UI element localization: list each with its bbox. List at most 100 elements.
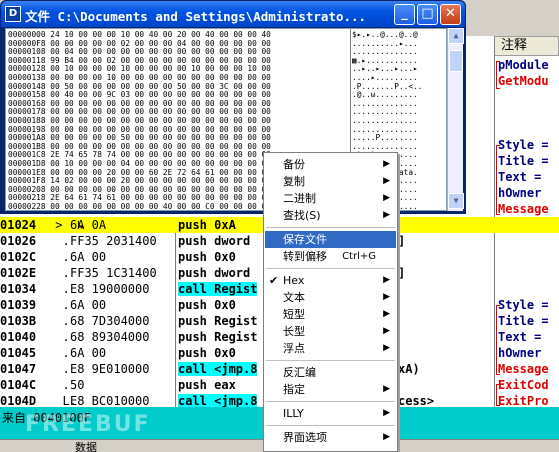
instruction-text: push dword bbox=[178, 266, 251, 280]
submenu-arrow-icon: ▶ bbox=[383, 176, 390, 186]
disasm-address: 0102C bbox=[0, 250, 37, 264]
disasm-address: 01047 bbox=[0, 362, 37, 376]
menu-item-label: 短型 bbox=[283, 308, 305, 321]
vertical-scrollbar[interactable]: ▲ ▼ bbox=[447, 28, 464, 211]
comment-line: Style = bbox=[498, 298, 549, 312]
menu-item[interactable]: 复制 ▶ bbox=[265, 173, 396, 190]
disasm-hex: 6A 00 bbox=[70, 250, 107, 264]
context-menu[interactable]: 备份 ▶ 复制 ▶ 二进制 ▶ 查找(S) ▶ 保存文件 转到偏移 Ctrl+G ✔ Hex ▶ 文本 ▶ 短型… bbox=[263, 152, 398, 452]
disasm-hex: 6A 00 bbox=[70, 298, 107, 312]
menu-item-label: 反汇编 bbox=[283, 366, 316, 379]
instruction-text: call <jmp.8 bbox=[178, 362, 258, 376]
status-label: 来自 bbox=[2, 411, 27, 425]
menu-item[interactable]: 短型 ▶ bbox=[265, 306, 396, 323]
comment-line: hOwner bbox=[498, 186, 542, 200]
comment-column-header[interactable]: 注释 bbox=[494, 36, 559, 56]
menu-item-label: ILLY bbox=[283, 407, 304, 420]
comment-line: Message bbox=[498, 202, 549, 216]
menu-item[interactable]: 文本 ▶ bbox=[265, 289, 396, 306]
comment-line: Title = bbox=[498, 314, 549, 328]
menu-item[interactable]: 指定 ▶ bbox=[265, 381, 396, 398]
disasm-hex: 6A 0A bbox=[70, 218, 107, 232]
watermark-logo: FREEBUF bbox=[25, 412, 151, 437]
maximize-button[interactable]: □ bbox=[417, 4, 438, 25]
menu-item[interactable]: 备份 ▶ bbox=[265, 156, 396, 173]
menu-item-label: 浮点 bbox=[283, 342, 305, 355]
disasm-hex: 50 bbox=[70, 378, 85, 392]
submenu-arrow-icon: ▶ bbox=[383, 432, 390, 442]
menu-item[interactable]: 浮点 ▶ bbox=[265, 340, 396, 357]
submenu-arrow-icon: ▶ bbox=[383, 210, 390, 220]
jump-arrow: . bbox=[48, 298, 70, 312]
menu-item[interactable]: 转到偏移 Ctrl+G bbox=[265, 248, 396, 265]
menu-item-label: 复制 bbox=[283, 175, 305, 188]
window-title: 文件 C:\Documents and Settings\Administrat… bbox=[25, 9, 367, 24]
disasm-hex: 68 7D304000 bbox=[70, 314, 150, 328]
submenu-arrow-icon: ▶ bbox=[383, 384, 390, 394]
disasm-address: 01040 bbox=[0, 330, 37, 344]
jump-arrow: . bbox=[48, 362, 70, 376]
comment-line: pModule bbox=[498, 58, 549, 72]
menu-item[interactable]: 二进制 ▶ bbox=[265, 190, 396, 207]
menu-item-label: 转到偏移 bbox=[283, 250, 327, 263]
menu-item-label: Hex bbox=[283, 274, 305, 287]
close-button[interactable]: ✕ bbox=[440, 4, 461, 25]
scroll-up-icon[interactable]: ▲ bbox=[448, 28, 464, 44]
jump-arrow: . bbox=[48, 282, 70, 296]
menu-item[interactable]: 查找(S) ▶ bbox=[265, 207, 396, 224]
minimize-button[interactable]: _ bbox=[394, 4, 415, 25]
disasm-hex: E8 9E010000 bbox=[70, 362, 150, 376]
disasm-hex: 68 89304000 bbox=[70, 330, 150, 344]
scroll-down-icon[interactable]: ▼ bbox=[448, 193, 464, 209]
disasm-hex: FF35 1C31400 bbox=[70, 266, 157, 280]
menu-separator bbox=[266, 401, 395, 402]
menu-item-label: 文本 bbox=[283, 291, 305, 304]
comment-line: Style = bbox=[498, 138, 549, 152]
disasm-address: 01024 bbox=[0, 218, 37, 232]
disasm-hex: 6A 00 bbox=[70, 346, 107, 360]
comment-line: Text = bbox=[498, 170, 542, 184]
menu-item[interactable]: ✔ Hex ▶ bbox=[265, 272, 396, 289]
comment-line: Text = bbox=[498, 330, 542, 344]
comment-line: GetModu bbox=[498, 74, 549, 88]
comment-line: Message bbox=[498, 362, 549, 376]
menu-item[interactable]: 保存文件 bbox=[265, 231, 396, 248]
menu-separator bbox=[266, 425, 395, 426]
instruction-text: push 0xA bbox=[178, 218, 236, 232]
disasm-address: 0102E bbox=[0, 266, 37, 280]
menu-item[interactable]: 界面选项 ▶ bbox=[265, 429, 396, 446]
instruction-text: push dword bbox=[178, 234, 251, 248]
submenu-arrow-icon: ▶ bbox=[383, 159, 390, 169]
submenu-arrow-icon: ▶ bbox=[383, 408, 390, 418]
submenu-arrow-icon: ▶ bbox=[383, 343, 390, 353]
jump-arrow: . bbox=[48, 378, 70, 392]
scroll-thumb[interactable] bbox=[449, 50, 463, 72]
jump-arrow: . bbox=[48, 346, 70, 360]
instruction-text: push Regist bbox=[178, 314, 258, 328]
menu-item-label: 保存文件 bbox=[283, 233, 327, 246]
instr-tail: ] bbox=[398, 266, 406, 280]
jump-arrow: . bbox=[48, 330, 70, 344]
jump-arrow: . bbox=[48, 266, 70, 280]
jump-arrow: . bbox=[48, 234, 70, 248]
menu-separator bbox=[266, 227, 395, 228]
comment-line: ExitCod bbox=[498, 378, 549, 392]
menu-item[interactable]: 反汇编 bbox=[265, 364, 396, 381]
comment-line: hOwner bbox=[498, 346, 542, 360]
menu-item-label: 指定 bbox=[283, 383, 305, 396]
menu-item[interactable]: ILLY ▶ bbox=[265, 405, 396, 422]
menu-item-label: 界面选项 bbox=[283, 431, 327, 444]
menu-item-label: 二进制 bbox=[283, 192, 316, 205]
disasm-address: 0103B bbox=[0, 314, 37, 328]
disasm-address: 01039 bbox=[0, 298, 37, 312]
disasm-address: 0104C bbox=[0, 378, 37, 392]
instruction-text: push 0x0 bbox=[178, 250, 236, 264]
menu-item[interactable]: 长型 ▶ bbox=[265, 323, 396, 340]
instruction-text: push 0x0 bbox=[178, 346, 236, 360]
instruction-text: call Regist bbox=[178, 282, 258, 296]
jump-arrow: > ↳ bbox=[48, 218, 85, 232]
title-bar[interactable]: D 文件 C:\Documents and Settings\Administr… bbox=[1, 1, 465, 27]
menu-item-label: 长型 bbox=[283, 325, 305, 338]
instruction-text: call <jmp.8 bbox=[178, 394, 258, 408]
submenu-arrow-icon: ▶ bbox=[383, 275, 390, 285]
